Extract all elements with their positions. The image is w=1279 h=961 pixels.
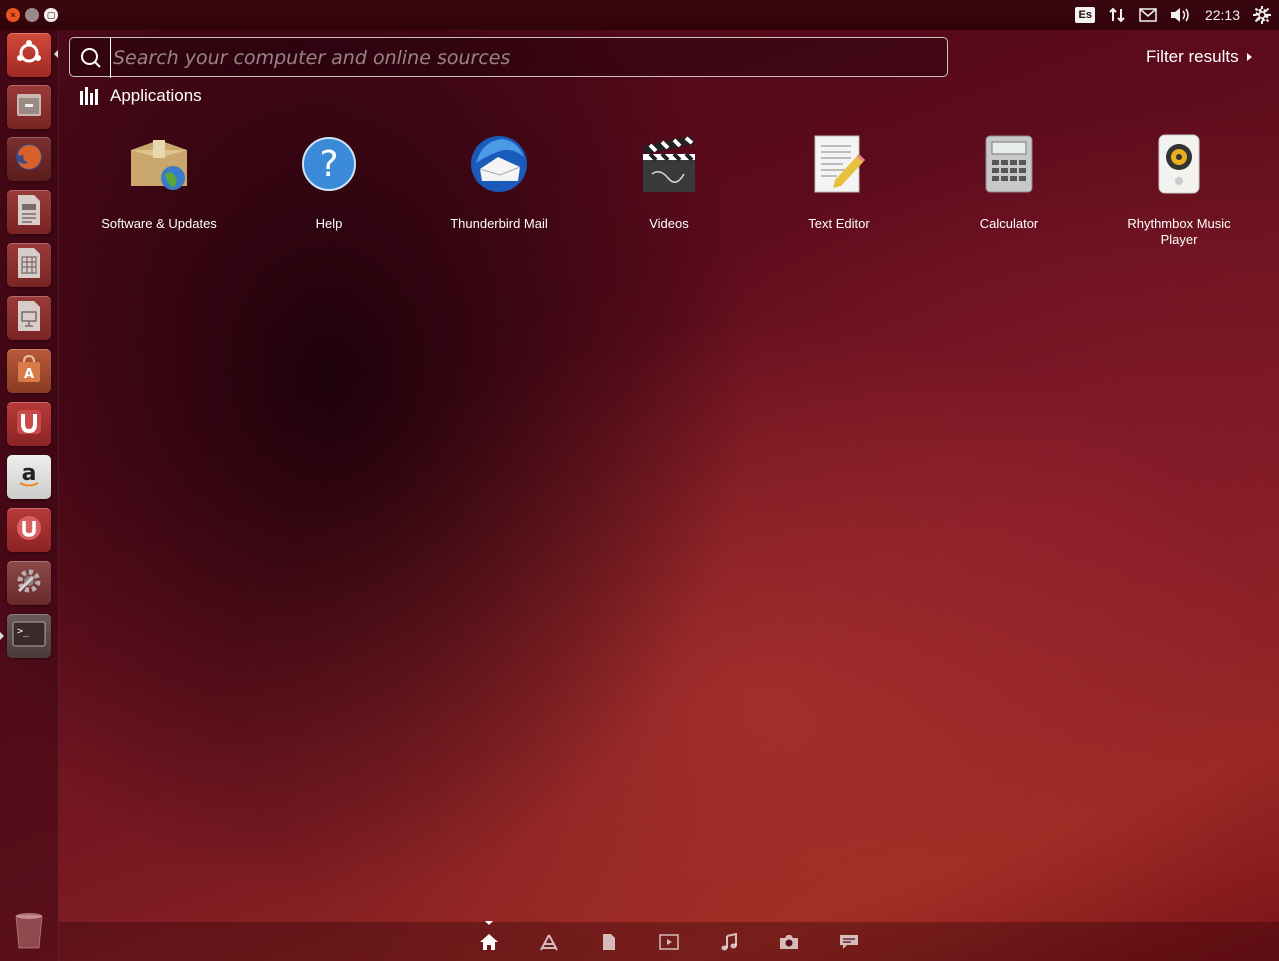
app-label: Help [315, 216, 343, 231]
launcher-amazon[interactable]: a [7, 455, 51, 499]
presentation-icon [15, 300, 43, 337]
app-tile[interactable]: Videos [584, 128, 754, 232]
app-tile[interactable]: ? Help [244, 128, 414, 232]
camera-icon [779, 934, 799, 955]
thunderbird-icon [467, 132, 531, 196]
section-title: Applications [110, 86, 202, 105]
app-grid: Software & Updates ? Help Thunderbird Ma… [74, 128, 1274, 268]
mail-icon[interactable] [1139, 8, 1157, 22]
launcher-system-settings[interactable] [7, 561, 51, 605]
calculator-icon [977, 132, 1041, 196]
launcher-calc[interactable] [7, 243, 51, 287]
settings-icon [13, 565, 45, 602]
filter-results-button[interactable]: Filter results [1146, 47, 1252, 67]
close-button[interactable]: × [6, 8, 20, 22]
clapperboard-icon [637, 132, 701, 196]
amazon-icon: a [14, 460, 44, 495]
launcher-terminal[interactable]: >_ [7, 614, 51, 658]
search-icon [80, 47, 102, 74]
lens-applications[interactable] [537, 932, 561, 956]
lens-social[interactable] [837, 932, 861, 956]
spreadsheet-icon [15, 247, 43, 284]
top-panel: × ▢ Es 22:13 [0, 0, 1279, 30]
app-label: Rhythmbox Music Player [1127, 216, 1231, 247]
chat-icon [839, 934, 859, 955]
minimize-button[interactable] [25, 8, 39, 22]
trash-icon [12, 910, 46, 955]
shopping-bag-icon: A [14, 354, 44, 389]
settings-gear-icon[interactable] [1253, 6, 1271, 24]
svg-text:>_: >_ [17, 626, 30, 637]
active-lens-indicator [485, 921, 493, 925]
home-icon [479, 933, 499, 956]
launcher: A a >_ [0, 30, 59, 961]
app-label: Videos [649, 216, 689, 231]
launcher-firefox[interactable] [7, 137, 51, 181]
applications-icon [539, 933, 559, 956]
terminal-icon: >_ [12, 620, 46, 653]
app-label: Thunderbird Mail [450, 216, 548, 231]
search-input[interactable] [110, 38, 935, 78]
volume-icon[interactable] [1170, 7, 1192, 23]
network-icon[interactable] [1108, 7, 1126, 23]
chevron-right-icon [1246, 53, 1252, 61]
lens-music[interactable] [717, 932, 741, 956]
svg-text:A: A [24, 367, 34, 382]
firefox-icon [13, 141, 45, 178]
app-label: Software & Updates [101, 216, 217, 231]
launcher-software-center[interactable]: A [7, 349, 51, 393]
clock[interactable]: 22:13 [1205, 7, 1240, 23]
active-indicator [54, 50, 58, 58]
launcher-writer[interactable] [7, 190, 51, 234]
launcher-files[interactable] [7, 85, 51, 129]
svg-text:a: a [22, 461, 37, 486]
software-updates-icon [127, 132, 191, 196]
launcher-ubuntu-one-music[interactable] [7, 508, 51, 552]
running-indicator [0, 632, 4, 640]
help-icon: ? [297, 132, 361, 196]
app-label: Text Editor [808, 216, 870, 231]
app-tile[interactable]: Thunderbird Mail [414, 128, 584, 232]
file-cabinet-icon [14, 90, 44, 125]
indicator-area: Es 22:13 [1075, 4, 1271, 26]
lens-files[interactable] [597, 932, 621, 956]
app-tile[interactable]: Text Editor [754, 128, 924, 232]
lens-home[interactable] [477, 932, 501, 956]
document-icon [15, 194, 43, 231]
video-icon [659, 933, 679, 955]
search-box [69, 37, 948, 78]
app-tile[interactable]: Calculator [924, 128, 1094, 232]
maximize-button[interactable]: ▢ [44, 8, 58, 22]
launcher-impress[interactable] [7, 296, 51, 340]
filter-results-label: Filter results [1146, 47, 1239, 66]
launcher-dash-home[interactable] [7, 33, 51, 77]
lens-video[interactable] [657, 932, 681, 956]
window-controls: × ▢ [6, 8, 58, 22]
launcher-trash[interactable] [7, 910, 51, 954]
app-label: Calculator [979, 216, 1039, 231]
ubuntu-logo-icon [15, 39, 43, 72]
file-icon [601, 933, 617, 956]
app-tile[interactable]: Software & Updates [74, 128, 244, 232]
text-editor-icon [807, 132, 871, 196]
svg-text:?: ? [319, 144, 338, 185]
music-icon [720, 932, 738, 956]
section-header: Applications [80, 86, 202, 106]
applications-category-icon [80, 87, 98, 105]
speaker-icon [1147, 132, 1211, 196]
ubuntu-one-music-icon [14, 513, 44, 548]
launcher-ubuntu-one[interactable] [7, 402, 51, 446]
keyboard-layout-indicator[interactable]: Es [1075, 7, 1095, 23]
app-tile[interactable]: Rhythmbox Music Player [1094, 128, 1264, 248]
lens-photos[interactable] [777, 932, 801, 956]
ubuntu-one-icon [14, 407, 44, 442]
